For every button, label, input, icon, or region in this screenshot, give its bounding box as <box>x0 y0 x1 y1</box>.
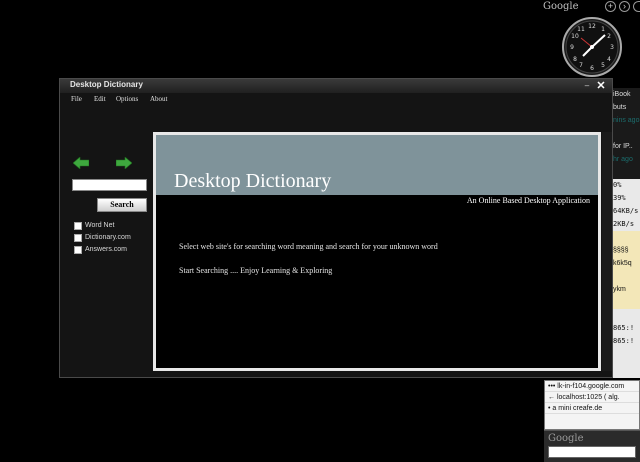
header-banner: Desktop Dictionary <box>156 135 598 195</box>
welcome-text: Start Searching .... Enjoy Learning & Ex… <box>179 266 333 275</box>
menu-options[interactable]: Options <box>116 95 138 103</box>
gadget-row: 865:! <box>613 337 635 345</box>
svg-text:8: 8 <box>573 56 577 63</box>
gadget-row: 64KB/s <box>613 207 639 215</box>
gadget-row: 2KB/s <box>613 220 635 228</box>
gadget-nav-icon[interactable]: › <box>619 1 630 12</box>
gadget-row: hr ago <box>610 153 640 166</box>
title-bar[interactable]: Desktop Dictionary ‒ ✕ <box>60 79 612 93</box>
gadget-row: ykm <box>610 283 640 296</box>
gadget-row <box>610 166 640 179</box>
sidebar-gadgets: iBook buts nins ago for IP.. hr ago 0% 3… <box>609 88 640 378</box>
connections-gadget: ••• lk-in-f104.google.com ← localhost:10… <box>544 380 640 430</box>
window-title: Desktop Dictionary <box>70 80 143 89</box>
gadget-menu-icon[interactable] <box>633 1 640 12</box>
gadget-row: k6k5q <box>610 257 640 270</box>
search-button[interactable]: Search <box>97 198 147 212</box>
option-dictionary-com[interactable]: Dictionary.com <box>74 232 131 243</box>
menu-file[interactable]: File <box>71 95 82 103</box>
svg-text:9: 9 <box>570 44 574 51</box>
search-input[interactable] <box>72 179 147 191</box>
gadget-brand: Google <box>543 1 579 12</box>
gadget-row <box>610 270 640 283</box>
back-arrow-icon[interactable] <box>73 157 89 169</box>
menu-bar: File Edit Options About <box>60 93 612 107</box>
gadget-row: 39% <box>613 194 626 202</box>
svg-text:4: 4 <box>607 56 611 63</box>
gadget-row: for IP.. <box>610 140 640 153</box>
google-search-title: Google <box>548 433 584 444</box>
minimize-button[interactable]: ‒ <box>583 81 591 91</box>
menu-about[interactable]: About <box>150 95 168 103</box>
scrollbar[interactable] <box>602 132 612 371</box>
svg-text:7: 7 <box>579 62 583 69</box>
tagline: An Online Based Desktop Application <box>466 196 590 205</box>
gadget-row <box>610 127 640 140</box>
gadget-row: nins ago <box>610 114 640 127</box>
svg-text:3: 3 <box>610 44 614 51</box>
wordnet-checkbox[interactable] <box>74 221 82 230</box>
option-answers-com[interactable]: Answers.com <box>74 244 127 255</box>
svg-text:5: 5 <box>601 62 605 69</box>
menu-edit[interactable]: Edit <box>94 95 106 103</box>
gadget-row <box>610 296 640 309</box>
clock-gadget: 12 3 6 9 12 45 78 1011 <box>562 17 622 77</box>
close-button[interactable]: ✕ <box>595 80 607 92</box>
gadget-row <box>610 309 640 322</box>
option-label: Word Net <box>85 222 115 229</box>
option-label: Dictionary.com <box>85 234 131 241</box>
answers-com-checkbox[interactable] <box>74 245 82 254</box>
forward-arrow-icon[interactable] <box>116 157 132 169</box>
dictionary-com-checkbox[interactable] <box>74 233 82 242</box>
gadget-add-icon[interactable]: + <box>605 1 616 12</box>
svg-text:11: 11 <box>577 26 585 33</box>
svg-text:6: 6 <box>590 65 594 72</box>
svg-text:1: 1 <box>601 26 605 33</box>
gadget-row: 865:! <box>613 324 635 332</box>
gadget-row: iBook <box>610 88 640 101</box>
connection-row[interactable]: ••• lk-in-f104.google.com <box>545 381 639 392</box>
connection-row[interactable]: • a mini creafe.de <box>545 403 639 414</box>
app-window: Desktop Dictionary ‒ ✕ File Edit Options… <box>59 78 613 378</box>
gadget-row: 0% <box>613 181 622 189</box>
svg-text:12: 12 <box>588 23 596 30</box>
banner-title: Desktop Dictionary <box>174 170 332 192</box>
gadget-row: §§§§ <box>610 244 640 257</box>
gadget-row <box>610 231 640 244</box>
google-search-gadget: Google <box>544 430 640 462</box>
content-panel: Desktop Dictionary An Online Based Deskt… <box>153 132 601 371</box>
option-wordnet[interactable]: Word Net <box>74 220 114 231</box>
connection-row[interactable]: ← localhost:1025 ( alg. <box>545 392 639 403</box>
gadget-row: buts <box>610 101 640 114</box>
svg-text:2: 2 <box>607 33 611 40</box>
option-label: Answers.com <box>85 246 128 253</box>
google-search-input[interactable] <box>548 446 636 458</box>
svg-text:10: 10 <box>571 33 579 40</box>
instruction-text: Select web site's for searching word mea… <box>179 242 438 251</box>
